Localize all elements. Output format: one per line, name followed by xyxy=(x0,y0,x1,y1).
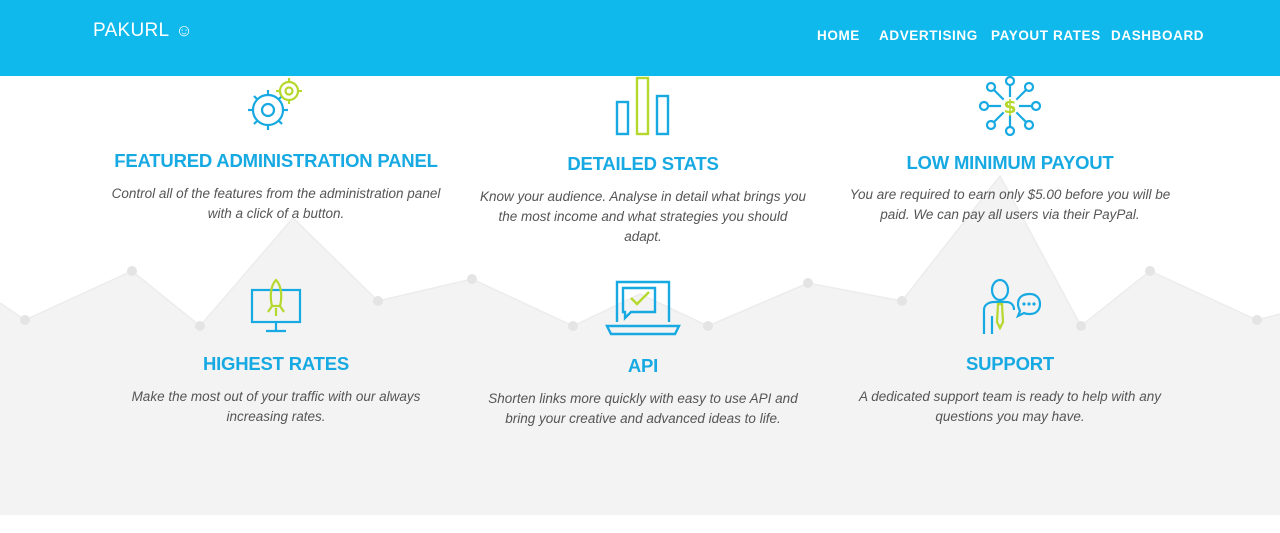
support-agent-icon xyxy=(830,276,1190,336)
feature-description: Shorten links more quickly with easy to … xyxy=(488,391,798,426)
brand-logo[interactable]: PAKURL ☺ xyxy=(93,20,193,42)
feature-description: Know your audience. Analyse in detail wh… xyxy=(480,189,806,244)
feature-support: SUPPORT A dedicated support team is read… xyxy=(830,276,1190,436)
feature-low-minimum-payout: $ LOW MINIMUM PAYOUT You are required to… xyxy=(830,76,1190,236)
feature-title: API xyxy=(627,355,659,376)
feature-highest-rates: HIGHEST RATES Make the most out of your … xyxy=(96,276,456,436)
feature-api: API Shorten links more quickly with easy… xyxy=(463,276,823,436)
feature-detailed-stats: DETAILED STATS Know your audience. Analy… xyxy=(463,76,823,244)
rocket-monitor-icon xyxy=(96,276,456,336)
feature-title: SUPPORT xyxy=(965,353,1055,374)
bar-chart-icon xyxy=(463,76,823,138)
nav-payout-rates[interactable]: PAYOUT RATES xyxy=(991,28,1101,43)
feature-title: DETAILED STATS xyxy=(567,153,719,174)
feature-description: A dedicated support team is ready to hel… xyxy=(859,389,1161,424)
nav-home[interactable]: HOME xyxy=(817,28,860,43)
feature-admin-panel: FEATURED ADMINISTRATION PANEL Control al… xyxy=(96,76,456,236)
svg-text:$: $ xyxy=(1003,96,1016,118)
feature-description: Make the most out of your traffic with o… xyxy=(131,389,421,424)
gears-icon xyxy=(96,76,456,134)
smiley-icon: ☺ xyxy=(175,21,194,40)
dollar-network-icon: $ xyxy=(830,76,1190,136)
feature-description: You are required to earn only $5.00 befo… xyxy=(849,187,1171,222)
feature-title: HIGHEST RATES xyxy=(202,353,350,374)
top-navbar: PAKURL ☺ HOME ADVERTISING PAYOUT RATES DA… xyxy=(0,0,1280,76)
nav-dashboard[interactable]: DASHBOARD xyxy=(1111,28,1204,43)
feature-title: LOW MINIMUM PAYOUT xyxy=(906,152,1114,173)
nav-advertising[interactable]: ADVERTISING xyxy=(879,28,978,43)
laptop-chat-icon xyxy=(463,276,823,338)
feature-description: Control all of the features from the adm… xyxy=(111,186,441,221)
feature-title: FEATURED ADMINISTRATION PANEL xyxy=(114,150,438,171)
brand-name: PAKURL xyxy=(93,20,170,41)
